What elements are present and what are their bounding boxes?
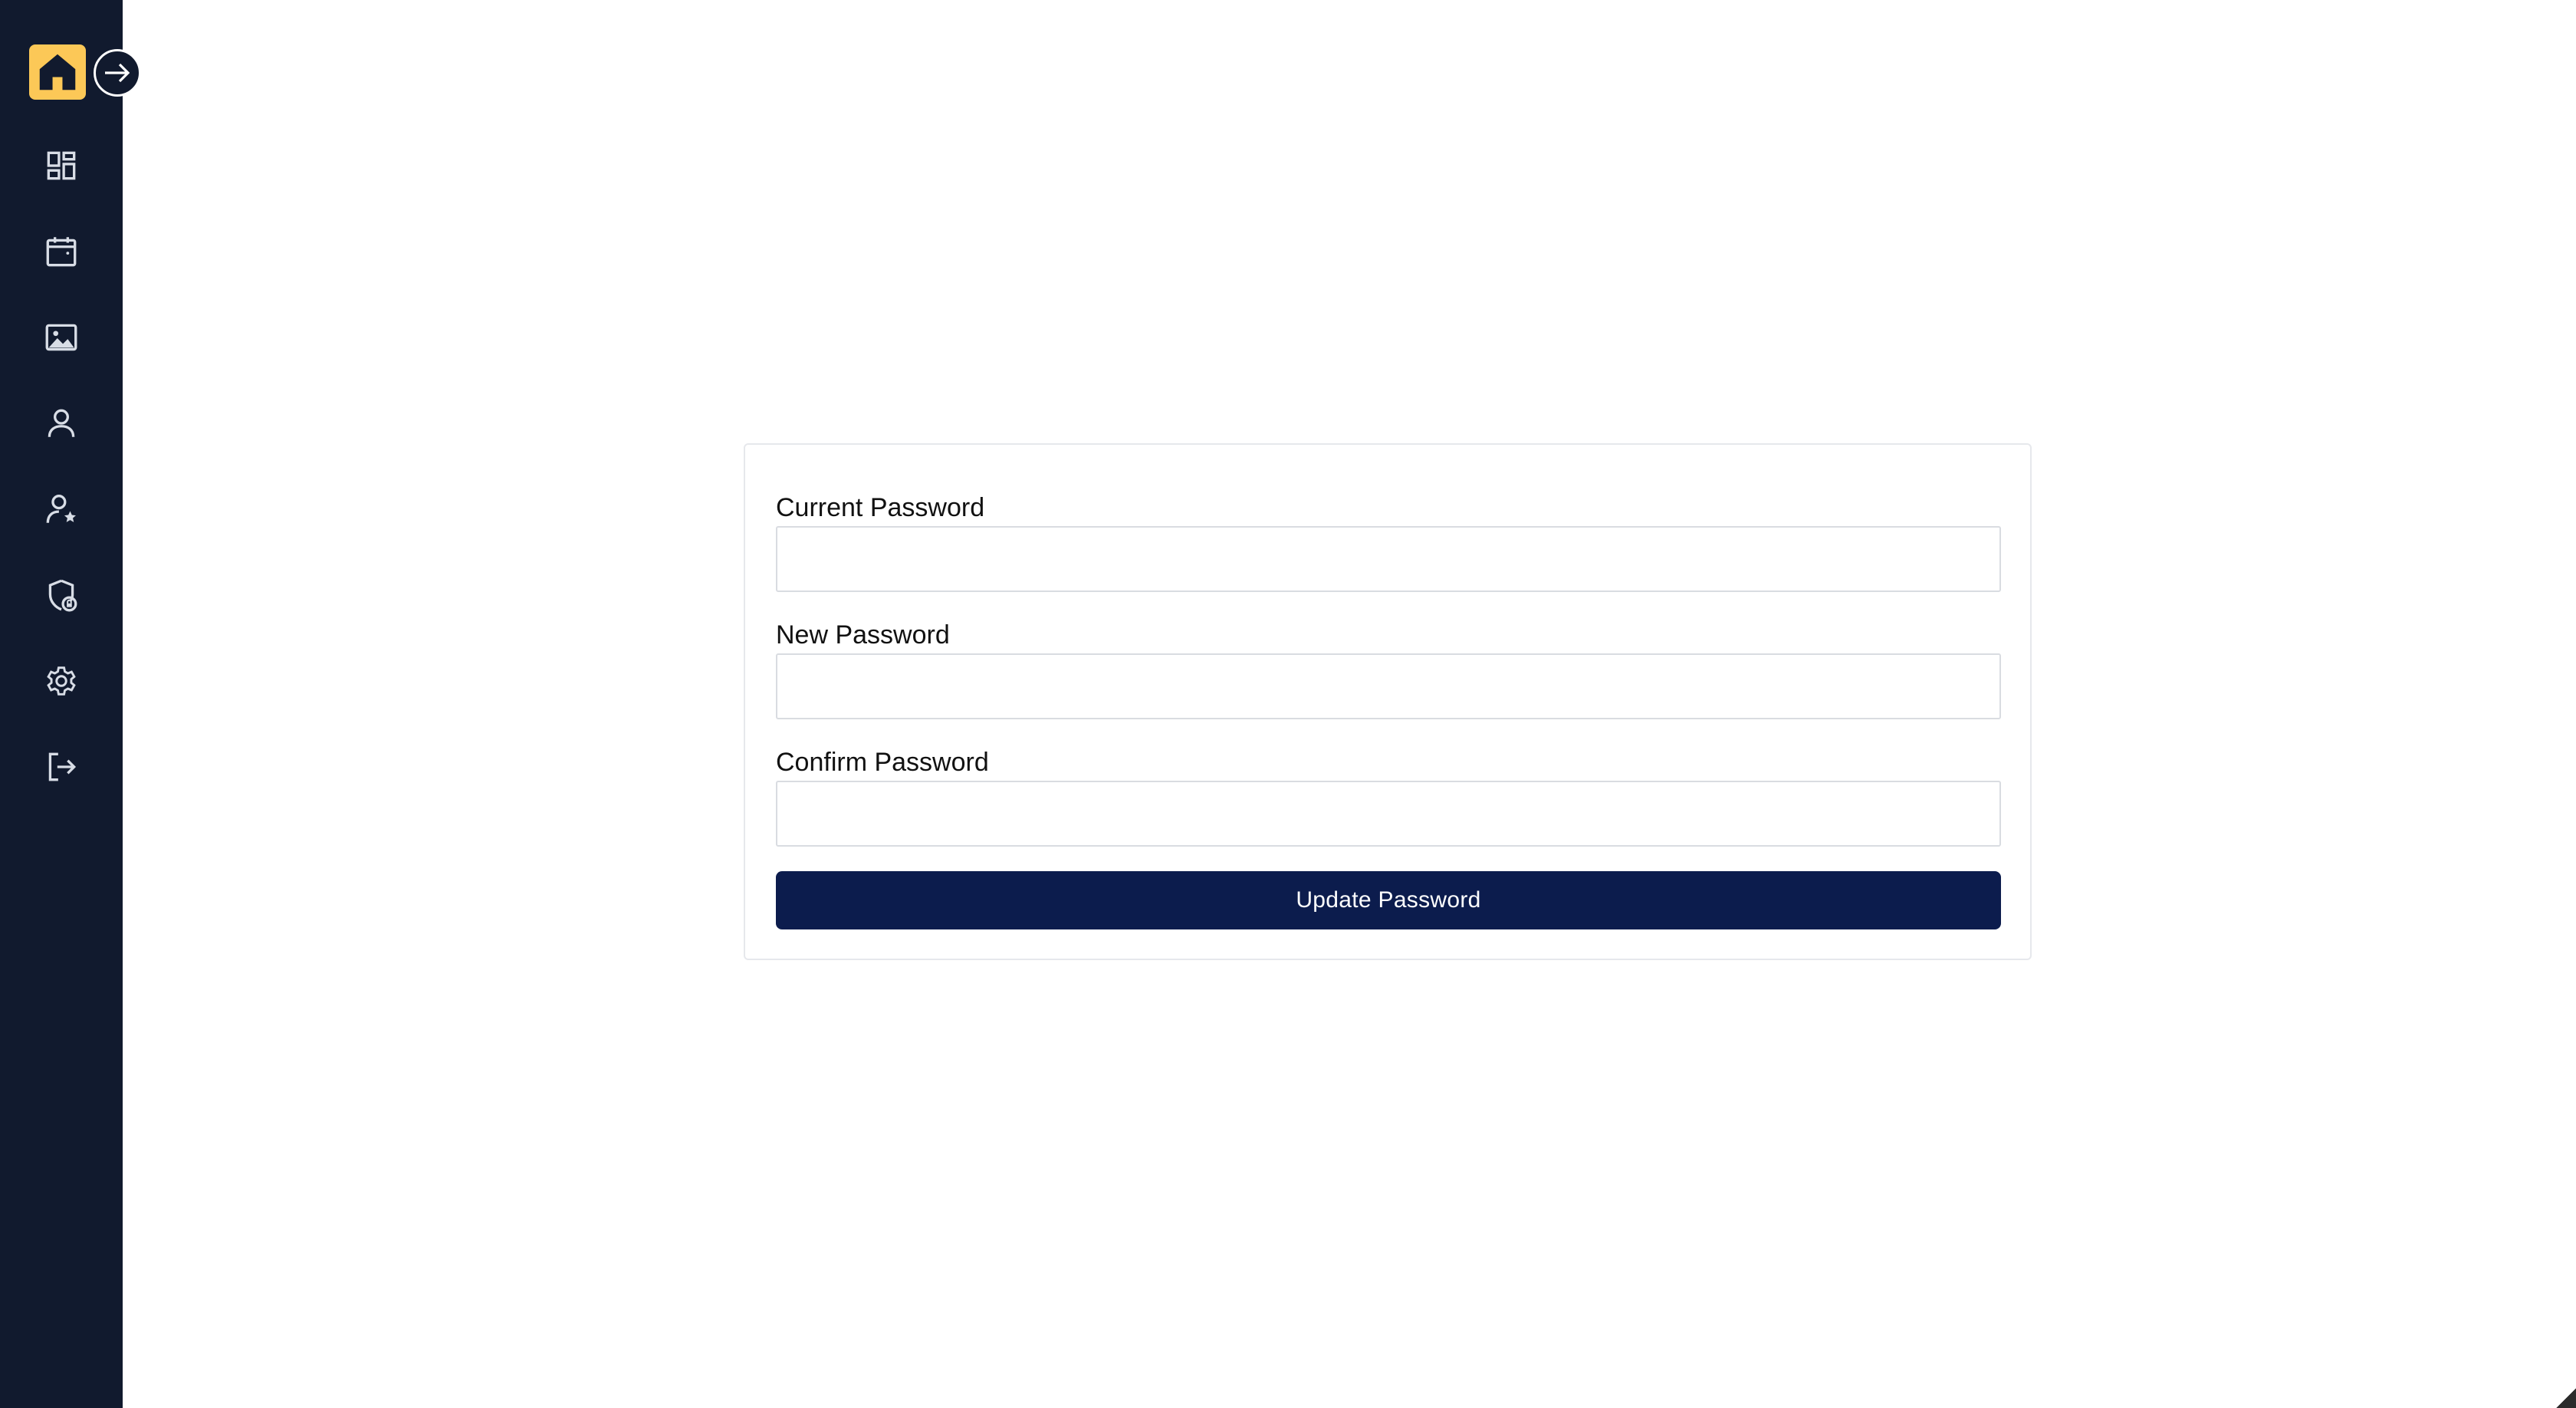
sidebar-item-logout[interactable] <box>31 736 92 798</box>
image-icon <box>45 324 77 351</box>
shield-lock-icon <box>48 579 77 612</box>
current-password-label: Current Password <box>776 493 985 522</box>
expand-sidebar-button[interactable] <box>94 49 141 97</box>
confirm-password-input[interactable] <box>776 781 2001 847</box>
new-password-input[interactable] <box>776 653 2001 719</box>
gear-icon <box>47 666 76 696</box>
sidebar-item-images[interactable] <box>31 307 92 368</box>
home-logo[interactable] <box>29 44 86 100</box>
window-resize-handle[interactable] <box>2556 1388 2576 1408</box>
change-password-form: Current Password New Password Confirm Pa… <box>744 443 2032 960</box>
sidebar-item-dashboard[interactable] <box>31 135 92 196</box>
sidebar-item-profile[interactable] <box>31 393 92 454</box>
dashboard-icon <box>47 151 76 180</box>
user-icon <box>48 409 75 437</box>
home-icon <box>39 54 76 90</box>
sidebar-item-favorite-users[interactable] <box>31 479 92 540</box>
current-password-input[interactable] <box>776 526 2001 592</box>
user-star-icon <box>46 495 76 523</box>
calendar-icon <box>46 237 77 267</box>
sidebar-item-settings[interactable] <box>31 650 92 712</box>
sidebar-item-calendar[interactable] <box>31 221 92 282</box>
app-window: Current Password New Password Confirm Pa… <box>0 0 2576 1408</box>
logout-icon <box>48 752 77 781</box>
confirm-password-label: Confirm Password <box>776 748 989 777</box>
new-password-label: New Password <box>776 620 950 650</box>
sidebar <box>0 0 123 1408</box>
arrow-right-icon <box>105 63 130 83</box>
update-password-button[interactable]: Update Password <box>776 871 2001 929</box>
sidebar-item-security[interactable] <box>31 564 92 626</box>
